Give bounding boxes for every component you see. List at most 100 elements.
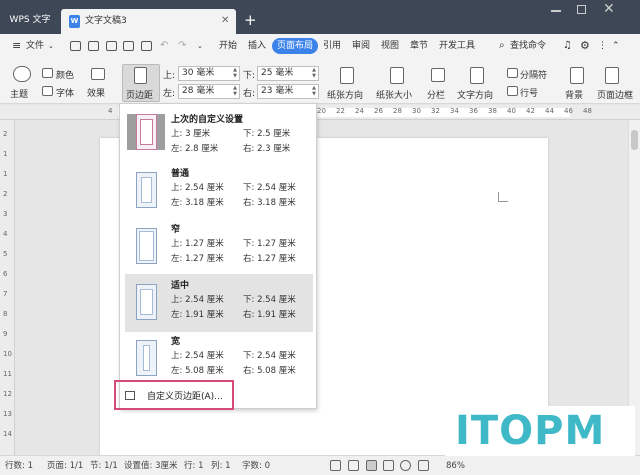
line-number-icon[interactable]	[507, 86, 518, 96]
paper-size-button[interactable]: 纸张大小	[376, 88, 412, 101]
page-border-icon[interactable]	[605, 67, 619, 84]
outline-view-icon[interactable]	[383, 460, 394, 471]
option-top: 上: 3 厘米	[171, 129, 211, 139]
page-view-icon[interactable]	[348, 460, 359, 471]
collapse-ribbon-icon[interactable]: ⌃	[612, 34, 620, 58]
columns-icon[interactable]	[431, 68, 445, 82]
font-icon[interactable]	[42, 86, 53, 96]
wps-app-tab[interactable]: WPS 文字	[3, 9, 57, 31]
theme-icon[interactable]	[13, 66, 31, 82]
vertical-ruler[interactable]: 2 1 1 2 3 4 5 6 7 8 9 10 11 12 13 14	[0, 120, 15, 455]
vertical-scrollbar[interactable]	[628, 120, 640, 455]
option-left: 左: 1.27 厘米	[171, 254, 224, 264]
more-icon[interactable]: ⋮	[598, 34, 607, 58]
spinner-icon[interactable]: ▲ ▼	[233, 67, 237, 79]
print-layout-icon[interactable]	[366, 460, 377, 471]
text-direction-icon[interactable]	[470, 67, 484, 84]
eye-icon[interactable]	[330, 460, 341, 471]
redo-icon[interactable]: ↷	[178, 34, 186, 58]
status-page[interactable]: 页面: 1/1	[47, 456, 83, 475]
status-row: 行: 1	[184, 461, 204, 471]
status-word-count[interactable]: 字数: 0	[242, 456, 270, 475]
menu-home[interactable]: 开始	[219, 34, 237, 58]
background-icon[interactable]	[570, 67, 584, 84]
bottom-margin-input[interactable]: 25 毫米 ▲ ▼	[257, 66, 319, 81]
orientation-icon[interactable]	[340, 67, 354, 84]
ruler-tick-label: 9	[3, 330, 8, 338]
ruler-tick-label: 8	[3, 310, 8, 318]
page-margin-icon[interactable]	[134, 67, 147, 84]
option-name: 适中	[171, 281, 190, 291]
option-bottom: 下: 2.54 厘米	[243, 351, 296, 361]
menu-review[interactable]: 审阅	[352, 34, 370, 58]
margin-button[interactable]: 页边距	[126, 88, 153, 101]
menu-developer[interactable]: 开发工具	[439, 34, 475, 58]
minimize-icon[interactable]	[551, 10, 561, 12]
reading-mode-icon[interactable]	[418, 460, 429, 471]
ruler-tick-label: 24	[355, 107, 364, 115]
effect-button[interactable]: 效果	[87, 86, 105, 99]
menu-insert[interactable]: 插入	[248, 34, 266, 58]
search-icon[interactable]: ⌕	[499, 34, 505, 58]
margin-option-moderate[interactable]: 适中 上: 2.54 厘米 下: 2.54 厘米 左: 1.91 厘米 右: 1…	[125, 274, 313, 332]
text-direction-button[interactable]: 文字方向	[457, 88, 493, 101]
menu-references[interactable]: 引用	[323, 34, 341, 58]
margin-option-narrow[interactable]: 窄 上: 1.27 厘米 下: 1.27 厘米 左: 1.27 厘米 右: 1.…	[125, 218, 313, 276]
spinner-icon[interactable]: ▲ ▼	[312, 85, 316, 97]
export-icon[interactable]	[106, 41, 117, 51]
headset-icon[interactable]: ♫	[563, 34, 572, 58]
save-icon[interactable]	[88, 41, 99, 51]
plus-icon[interactable]: +	[244, 9, 257, 31]
print-preview-icon[interactable]	[141, 41, 152, 51]
file-chevron-down-icon[interactable]: ⌄	[48, 34, 54, 58]
columns-button[interactable]: 分栏	[427, 88, 445, 101]
option-bottom: 下: 2.54 厘米	[243, 295, 296, 305]
document-tab[interactable]: W 文字文稿3 ✕	[61, 9, 236, 34]
orientation-button[interactable]: 纸张方向	[327, 88, 363, 101]
close-window-icon[interactable]: ✕	[603, 0, 615, 18]
option-right: 右: 2.3 厘米	[243, 144, 291, 154]
color-icon[interactable]	[42, 68, 53, 78]
right-margin-input[interactable]: 23 毫米 ▲ ▼	[257, 84, 319, 99]
maximize-icon[interactable]	[577, 5, 586, 14]
custom-margins-item[interactable]: 自定义页边距(A)...	[114, 380, 234, 410]
print-icon[interactable]	[123, 41, 134, 51]
web-view-icon[interactable]	[400, 460, 411, 471]
menu-page-layout[interactable]: 页面布局	[272, 38, 318, 54]
margin-preview-icon	[127, 228, 165, 264]
horizontal-ruler[interactable]: 4224681012141618202224262830323436384042…	[0, 105, 640, 120]
break-button[interactable]: 分隔符	[520, 68, 547, 81]
bottom-margin-value: 25 毫米	[261, 68, 294, 78]
undo-icon[interactable]: ↶	[160, 34, 168, 58]
search-command[interactable]: 查找命令	[510, 34, 546, 58]
option-bottom: 下: 1.27 厘米	[243, 239, 296, 249]
spinner-icon[interactable]: ▲ ▼	[312, 67, 316, 79]
spinner-icon[interactable]: ▲ ▼	[233, 85, 237, 97]
close-tab-icon[interactable]: ✕	[221, 15, 229, 26]
margin-option-normal[interactable]: 普通 上: 2.54 厘米 下: 2.54 厘米 左: 3.18 厘米 右: 3…	[125, 162, 313, 220]
font-button[interactable]: 字体	[56, 86, 74, 99]
background-button[interactable]: 背景	[565, 88, 583, 101]
open-folder-icon[interactable]	[70, 41, 81, 51]
break-icon[interactable]	[507, 68, 518, 78]
paper-size-icon[interactable]	[390, 67, 404, 84]
ruler-tick-label: 13	[3, 410, 12, 418]
menu-view[interactable]: 视图	[381, 34, 399, 58]
scrollbar-thumb[interactable]	[631, 130, 638, 150]
color-button[interactable]: 颜色	[56, 68, 74, 81]
margin-option-last-custom[interactable]: 上次的自定义设置 上: 3 厘米 下: 2.5 厘米 左: 2.8 厘米 右: …	[125, 108, 313, 166]
hamburger-icon[interactable]: ≡	[12, 34, 21, 58]
menu-bar: ≡ 文件 ⌄ ↶ ↷ ⌄ 开始 插入 页面布局 引用 审阅 视图 章节 开发工具…	[0, 34, 640, 58]
menu-file[interactable]: 文件	[26, 34, 44, 58]
theme-button[interactable]: 主题	[10, 87, 28, 100]
left-margin-input[interactable]: 28 毫米 ▲ ▼	[178, 84, 240, 99]
menu-section[interactable]: 章节	[410, 34, 428, 58]
top-margin-input[interactable]: 30 毫米 ▲ ▼	[178, 66, 240, 81]
quick-access-chevron-icon[interactable]: ⌄	[197, 34, 203, 58]
line-number-button[interactable]: 行号	[520, 86, 538, 99]
page-border-button[interactable]: 页面边框	[597, 88, 633, 101]
zoom-level[interactable]: 86%	[446, 456, 465, 475]
effect-icon[interactable]	[91, 68, 105, 80]
option-right: 右: 5.08 厘米	[243, 366, 296, 376]
gear-icon[interactable]: ⚙	[580, 34, 590, 58]
